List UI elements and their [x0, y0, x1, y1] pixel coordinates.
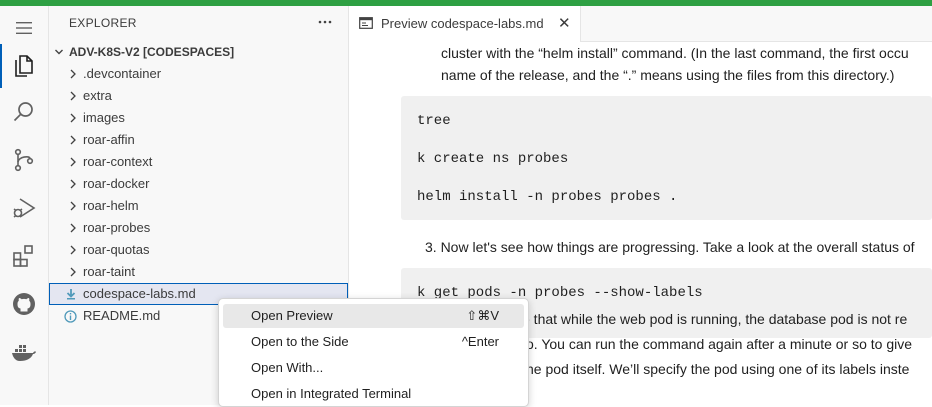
- paragraph-line: e that while the web pod is running, the…: [522, 311, 908, 327]
- tab-label: Preview codespace-labs.md: [381, 16, 544, 31]
- list-item-step-3: 3. Now let's see how things are progress…: [425, 239, 915, 255]
- paragraph-line: he pod itself. We’ll specify the pod usi…: [526, 361, 910, 377]
- more-actions-icon[interactable]: [315, 12, 335, 32]
- chevron-right-icon: [70, 223, 76, 233]
- menu-item-label: Open in Integrated Terminal: [251, 386, 412, 401]
- chevron-right-icon: [70, 201, 76, 211]
- extensions-icon[interactable]: [0, 234, 48, 278]
- folder-row[interactable]: roar-context: [49, 151, 348, 173]
- folder-row[interactable]: roar-quotas: [49, 239, 348, 261]
- paragraph-line: cluster with the “helm install” command.…: [441, 45, 909, 61]
- menu-item-open-to-side[interactable]: Open to the Side ^Enter: [223, 330, 524, 354]
- chevron-right-icon: [70, 245, 76, 255]
- menu-item-label: Open Preview: [251, 308, 333, 323]
- folder-label: roar-quotas: [83, 242, 150, 257]
- docker-icon[interactable]: [0, 330, 48, 374]
- folder-row[interactable]: roar-taint: [49, 261, 348, 283]
- menu-item-shortcut: ^Enter: [461, 334, 499, 349]
- run-debug-icon[interactable]: [0, 186, 48, 230]
- workspace-section-title: ADV-K8S-V2 [CODESPACES]: [69, 45, 235, 59]
- folder-label: roar-probes: [83, 220, 151, 235]
- preview-icon: [359, 17, 373, 29]
- folder-label: roar-affin: [83, 132, 135, 147]
- editor-tab-bar: Preview codespace-labs.md ✕: [349, 6, 932, 42]
- menu-item-label: Open With...: [251, 360, 324, 375]
- folder-row[interactable]: images: [49, 107, 348, 129]
- menu-item-open-preview[interactable]: Open Preview ⇧⌘V: [223, 304, 524, 328]
- tab-preview-codespace-labs[interactable]: Preview codespace-labs.md ✕: [349, 6, 581, 42]
- code-line: helm install -n probes probes .: [417, 189, 678, 205]
- chevron-right-icon: [70, 179, 76, 189]
- chevron-down-icon: [55, 49, 63, 55]
- menu-item-open-in-terminal[interactable]: Open in Integrated Terminal: [223, 382, 524, 406]
- chevron-right-icon: [70, 135, 76, 145]
- chevron-right-icon: [70, 113, 76, 123]
- chevron-right-icon: [70, 91, 76, 101]
- folder-label: images: [83, 110, 125, 125]
- workspace-section-header[interactable]: ADV-K8S-V2 [CODESPACES]: [49, 42, 348, 62]
- paragraph-line: o. You can run the command again after a…: [526, 336, 913, 352]
- folder-row[interactable]: roar-affin: [49, 129, 348, 151]
- code-block: tree k create ns probes helm install -n …: [401, 96, 932, 220]
- info-icon: [64, 310, 77, 323]
- search-icon[interactable]: [0, 90, 48, 134]
- paragraph-line: name of the release, and the “.” means u…: [441, 67, 895, 83]
- activity-bar: [0, 6, 49, 405]
- folder-row[interactable]: roar-docker: [49, 173, 348, 195]
- folder-row[interactable]: extra: [49, 85, 348, 107]
- folder-label: roar-taint: [83, 264, 136, 279]
- markdown-download-icon: [66, 289, 76, 300]
- chevron-right-icon: [70, 157, 76, 167]
- folder-label: roar-docker: [83, 176, 150, 191]
- menu-item-open-with[interactable]: Open With...: [223, 356, 524, 380]
- menu-item-label: Open to the Side: [251, 334, 349, 349]
- explorer-icon[interactable]: [0, 42, 48, 86]
- github-icon[interactable]: [0, 282, 48, 326]
- folder-label: roar-context: [83, 154, 153, 169]
- folder-label: .devcontainer: [83, 66, 162, 81]
- folder-row[interactable]: roar-helm: [49, 195, 348, 217]
- chevron-right-icon: [70, 69, 76, 79]
- explorer-title: EXPLORER: [69, 16, 137, 30]
- code-line: k create ns probes: [417, 151, 569, 167]
- code-line: tree: [417, 113, 451, 129]
- file-label: codespace-labs.md: [83, 286, 196, 301]
- chevron-right-icon: [70, 267, 76, 277]
- close-icon[interactable]: ✕: [558, 16, 571, 31]
- context-menu: Open Preview ⇧⌘V Open to the Side ^Enter…: [218, 298, 529, 407]
- folder-row[interactable]: roar-probes: [49, 217, 348, 239]
- file-label: README.md: [83, 308, 161, 323]
- folder-label: extra: [83, 88, 112, 103]
- menu-item-shortcut: ⇧⌘V: [466, 308, 499, 323]
- folder-label: roar-helm: [83, 198, 139, 213]
- source-control-icon[interactable]: [0, 138, 48, 182]
- folder-row[interactable]: .devcontainer: [49, 63, 348, 85]
